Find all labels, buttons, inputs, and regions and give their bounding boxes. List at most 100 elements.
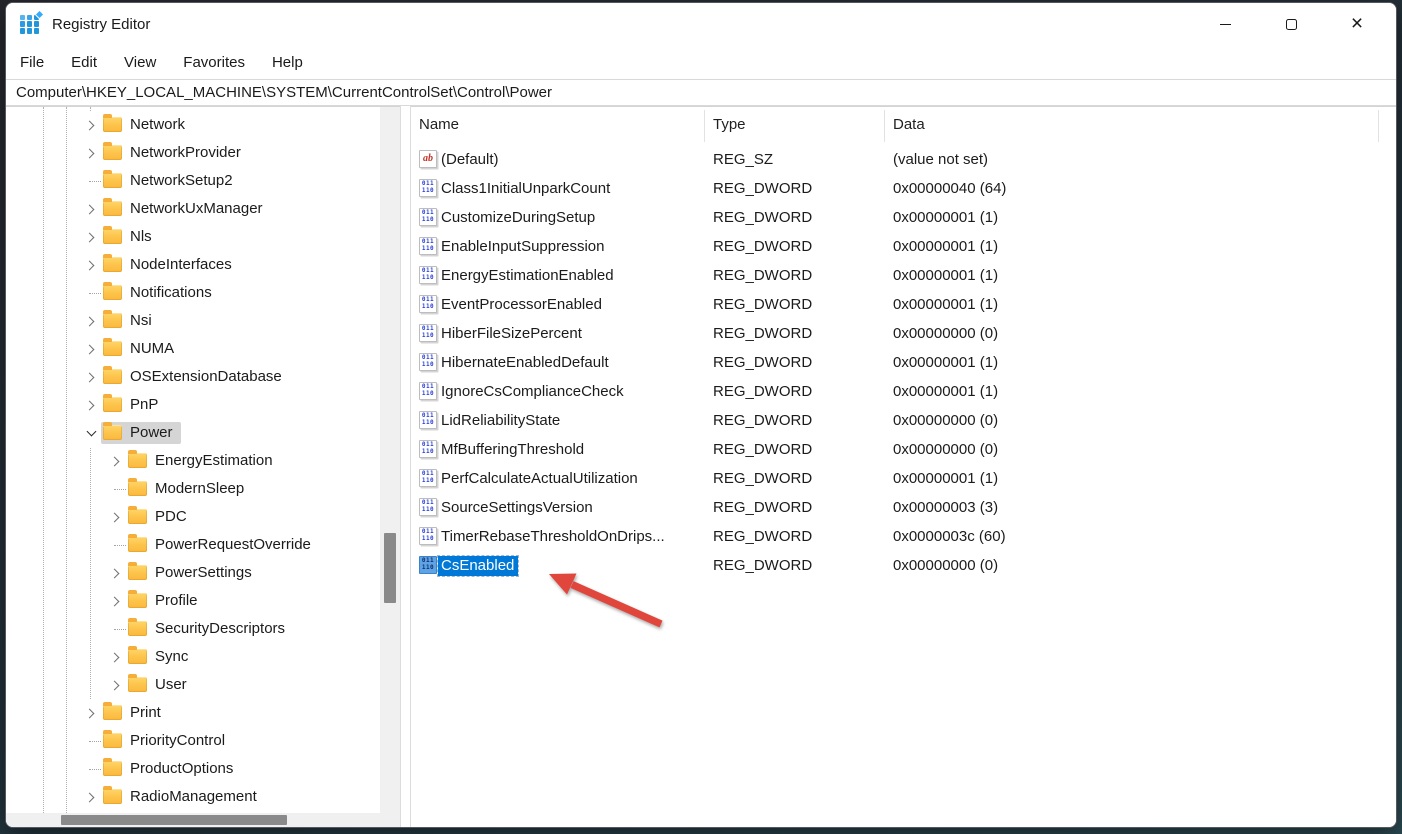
chevron-right-icon[interactable] [81,139,101,167]
address-bar[interactable]: Computer\HKEY_LOCAL_MACHINE\SYSTEM\Curre… [6,79,1396,106]
tree-item-networksetup2[interactable]: NetworkSetup2 [6,167,380,195]
tree-vscroll-thumb[interactable] [384,533,396,603]
chevron-down-icon[interactable] [81,419,101,447]
value-name[interactable]: (Default) [441,151,499,168]
value-name[interactable]: SourceSettingsVersion [441,499,593,516]
chevron-right-icon[interactable] [81,111,101,139]
menu-item-help[interactable]: Help [272,54,303,71]
tree-node[interactable]: Print [101,702,169,724]
value-name[interactable]: EventProcessorEnabled [441,296,602,313]
chevron-right-icon[interactable] [81,699,101,727]
value-row-timerrebasethresholdondrips-[interactable]: 011 110 TimerRebaseThresholdOnDrips... REG_… [411,522,1396,551]
value-name[interactable]: LidReliabilityState [441,412,560,429]
column-separator[interactable] [884,110,885,142]
value-name[interactable]: IgnoreCsComplianceCheck [441,383,624,400]
tree-node[interactable]: Nls [101,226,160,248]
tree-node[interactable]: Sync [126,646,196,668]
tree-item-energyestimation[interactable]: EnergyEstimation [6,447,380,475]
tree-node[interactable]: Power [101,422,181,444]
chevron-right-icon[interactable] [81,783,101,811]
chevron-right-icon[interactable] [81,195,101,223]
tree-vertical-scrollbar[interactable] [380,107,400,813]
tree-node[interactable]: Nsi [101,310,160,332]
value-name[interactable]: HiberFileSizePercent [441,325,582,342]
menu-item-favorites[interactable]: Favorites [183,54,245,71]
tree-item-securitydescriptors[interactable]: SecurityDescriptors [6,615,380,643]
tree-node[interactable]: OSExtensionDatabase [101,366,290,388]
tree-item-numa[interactable]: NUMA [6,335,380,363]
column-separator[interactable] [1378,110,1379,142]
tree-node[interactable]: NetworkProvider [101,142,249,164]
maximize-button[interactable] [1258,3,1324,45]
tree-item-radiomanagement[interactable]: RadioManagement [6,783,380,811]
value-row-ignorecscompliancecheck[interactable]: 011 110 IgnoreCsComplianceCheck REG_DWORD 0x… [411,377,1396,406]
chevron-right-icon[interactable] [81,251,101,279]
value-name[interactable]: HibernateEnabledDefault [441,354,609,371]
close-button[interactable]: × [1324,3,1390,45]
tree-item-productoptions[interactable]: ProductOptions [6,755,380,783]
tree-node[interactable]: SecurityDescriptors [126,618,293,640]
value-row-perfcalculateactualutilization[interactable]: 011 110 PerfCalculateActualUtilization REG_… [411,464,1396,493]
tree-item-powersettings[interactable]: PowerSettings [6,559,380,587]
tree-item-osextensiondatabase[interactable]: OSExtensionDatabase [6,363,380,391]
value-row-lidreliabilitystate[interactable]: 011 110 LidReliabilityState REG_DWORD 0x0000… [411,406,1396,435]
value-row-energyestimationenabled[interactable]: 011 110 EnergyEstimationEnabled REG_DWORD 0x… [411,261,1396,290]
minimize-button[interactable] [1192,3,1258,45]
tree-node[interactable]: EnergyEstimation [126,450,281,472]
tree-item-nls[interactable]: Nls [6,223,380,251]
column-header-data[interactable]: Data [893,116,925,133]
chevron-right-icon[interactable] [106,503,126,531]
value-row-mfbufferingthreshold[interactable]: 011 110 MfBufferingThreshold REG_DWORD 0x000… [411,435,1396,464]
value-row-sourcesettingsversion[interactable]: 011 110 SourceSettingsVersion REG_DWORD 0x00… [411,493,1396,522]
tree-item-networkprovider[interactable]: NetworkProvider [6,139,380,167]
chevron-right-icon[interactable] [81,335,101,363]
tree-hscroll-thumb[interactable] [61,815,287,825]
menu-item-file[interactable]: File [20,54,44,71]
value-row-class1initialunparkcount[interactable]: 011 110 Class1InitialUnparkCount REG_DWORD 0… [411,174,1396,203]
value-name[interactable]: EnableInputSuppression [441,238,604,255]
chevron-right-icon[interactable] [81,307,101,335]
tree-item-powerrequestoverride[interactable]: PowerRequestOverride [6,531,380,559]
column-header-name[interactable]: Name [419,116,459,133]
column-separator[interactable] [704,110,705,142]
tree-node[interactable]: Profile [126,590,206,612]
value-name[interactable]: CustomizeDuringSetup [441,209,595,226]
tree-item-user[interactable]: User [6,671,380,699]
tree-node[interactable]: NodeInterfaces [101,254,240,276]
chevron-right-icon[interactable] [106,587,126,615]
tree-item-network[interactable]: Network [6,111,380,139]
tree-node[interactable]: NUMA [101,338,182,360]
chevron-right-icon[interactable] [81,391,101,419]
pane-splitter[interactable] [400,106,411,827]
chevron-right-icon[interactable] [106,643,126,671]
chevron-right-icon[interactable] [81,363,101,391]
tree-node[interactable]: NetworkSetup2 [101,170,241,192]
tree-node[interactable]: RadioManagement [101,786,265,808]
value-row-hibernateenableddefault[interactable]: 011 110 HibernateEnabledDefault REG_DWORD 0x… [411,348,1396,377]
tree-item-nsi[interactable]: Nsi [6,307,380,335]
value-row-customizeduringsetup[interactable]: 011 110 CustomizeDuringSetup REG_DWORD 0x000… [411,203,1396,232]
tree-item-pnp[interactable]: PnP [6,391,380,419]
tree-node[interactable]: PnP [101,394,166,416]
tree-item-pdc[interactable]: PDC [6,503,380,531]
value-row-enableinputsuppression[interactable]: 011 110 EnableInputSuppression REG_DWORD 0x0… [411,232,1396,261]
tree-node[interactable]: ModernSleep [126,478,252,500]
value-row--default-[interactable]: ab (Default) REG_SZ (value not set) [411,145,1396,174]
value-row-hiberfilesizepercent[interactable]: 011 110 HiberFileSizePercent REG_DWORD 0x000… [411,319,1396,348]
tree-node[interactable]: PDC [126,506,195,528]
menu-item-edit[interactable]: Edit [71,54,97,71]
tree-item-profile[interactable]: Profile [6,587,380,615]
tree-item-notifications[interactable]: Notifications [6,279,380,307]
value-name[interactable]: TimerRebaseThresholdOnDrips... [441,528,665,545]
value-name[interactable]: MfBufferingThreshold [441,441,584,458]
tree-node[interactable]: PowerSettings [126,562,260,584]
tree-item-sync[interactable]: Sync [6,643,380,671]
tree-item-power[interactable]: Power [6,419,380,447]
tree-node[interactable]: ProductOptions [101,758,241,780]
tree-node[interactable]: PriorityControl [101,730,233,752]
tree-node[interactable]: Notifications [101,282,220,304]
chevron-right-icon[interactable] [106,447,126,475]
tree-item-modernsleep[interactable]: ModernSleep [6,475,380,503]
value-name[interactable]: PerfCalculateActualUtilization [441,470,638,487]
value-name-rename-box[interactable]: CsEnabled [436,554,520,577]
